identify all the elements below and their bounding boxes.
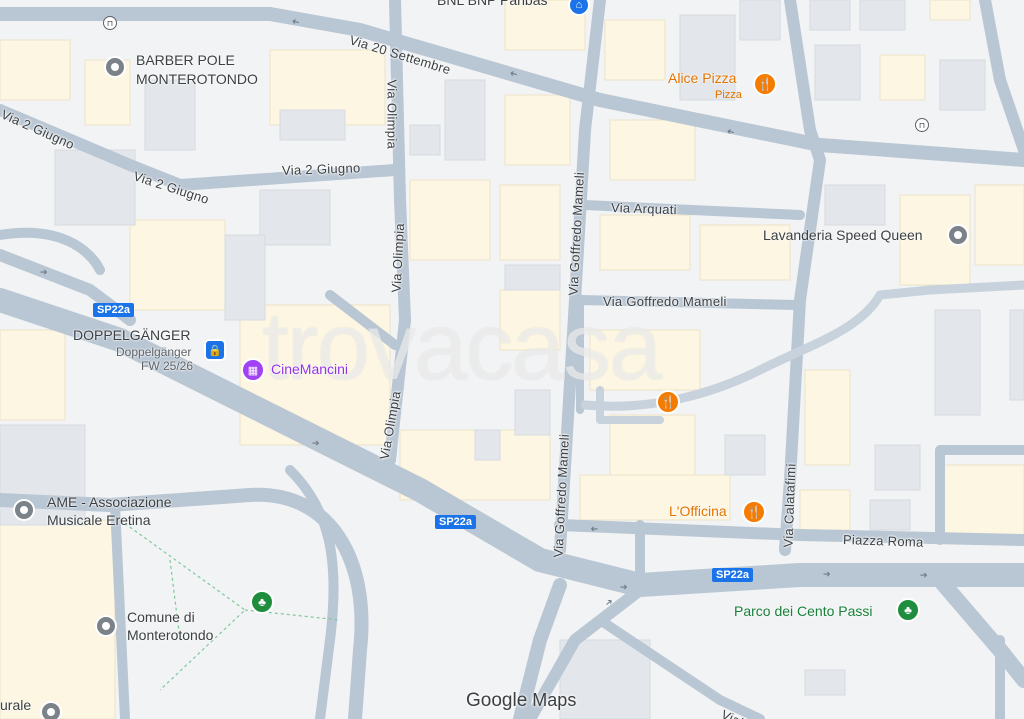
maps-logo-text: Maps (532, 690, 577, 710)
poi-label-comune[interactable]: Comune di (127, 609, 195, 626)
street-label-piazza-roma: Piazza Roma (842, 532, 924, 550)
street-label-via-calatafimi: Via Calatafimi (780, 463, 799, 548)
shopping-bag-icon[interactable]: 🔒 (204, 339, 226, 361)
poi-label-ame[interactable]: AME - Associazione (47, 494, 172, 511)
place-pin-icon[interactable] (104, 56, 126, 78)
place-pin-icon[interactable] (40, 701, 62, 719)
street-label-via-arquati: Via Arquati (610, 200, 678, 218)
poi-label-partial[interactable]: urale (0, 697, 31, 714)
poi-label-cinemancini[interactable]: CineMancini (271, 361, 348, 378)
cinema-icon[interactable]: ▦ (241, 358, 265, 382)
place-pin-icon[interactable] (13, 499, 35, 521)
street-label-via-goffredo-mameli: Via Goffredo Mameli (603, 294, 727, 309)
road-shield-sp22a: SP22a (435, 515, 477, 529)
poi-label-barber-pole-city[interactable]: MONTEROTONDO (136, 71, 258, 88)
place-pin-icon[interactable] (947, 224, 969, 246)
svg-text:➔: ➔ (590, 523, 598, 533)
svg-text:➔: ➔ (312, 439, 320, 449)
poi-label-parco[interactable]: Parco dei Cento Passi (734, 603, 873, 620)
google-logo-text: Google (466, 690, 528, 711)
google-maps-attribution: Google Maps (466, 690, 576, 712)
poi-label-doppelganger[interactable]: DOPPELGÄNGER (73, 327, 190, 344)
bus-stop-icon[interactable]: ⊓ (103, 16, 117, 30)
poi-label-alice-pizza[interactable]: Alice Pizza (668, 70, 736, 87)
park-paths (119, 519, 341, 691)
poi-label-lavanderia[interactable]: Lavanderia Speed Queen (763, 227, 923, 244)
street-label-via-olimpia: Via Olimpia (384, 79, 400, 150)
restaurant-icon[interactable]: 🍴 (753, 72, 777, 96)
bus-stop-icon[interactable]: ⊓ (915, 118, 929, 132)
road-shield-sp22a: SP22a (93, 303, 135, 317)
map-canvas[interactable]: ➔ ➔ ➔ ➔ ➔ ➔ ➔ ➔ ➔ ➔ trovacasa SP22a SP22… (0, 0, 1024, 719)
svg-text:➔: ➔ (620, 583, 628, 593)
poi-label-barber-pole[interactable]: BARBER POLE (136, 52, 235, 69)
restaurant-icon[interactable]: 🍴 (742, 500, 766, 524)
poi-label-ame-line2[interactable]: Musicale Eretina (47, 512, 151, 529)
tree-icon[interactable]: ♣ (896, 598, 920, 622)
poi-label-officina[interactable]: L'Officina (669, 503, 727, 520)
watermark-logo: trovacasa (262, 293, 662, 400)
svg-text:➔: ➔ (823, 570, 831, 580)
tree-icon[interactable]: ♣ (250, 590, 274, 614)
restaurant-icon[interactable]: 🍴 (656, 390, 680, 414)
government-building-icon[interactable] (95, 615, 117, 637)
svg-text:➔: ➔ (920, 571, 928, 581)
poi-label-bnl[interactable]: BNL BNP Paribas (437, 0, 548, 9)
poi-label-comune-line2[interactable]: Monterotondo (127, 627, 213, 644)
street-label-via-2-giugno: Via 2 Giugno (281, 160, 361, 178)
poi-sub-alice-pizza: Pizza (715, 89, 742, 101)
svg-text:➔: ➔ (40, 268, 48, 278)
poi-sub-doppelganger-season: FW 25/26 (141, 359, 194, 373)
road-shield-sp22a: SP22a (712, 568, 754, 582)
